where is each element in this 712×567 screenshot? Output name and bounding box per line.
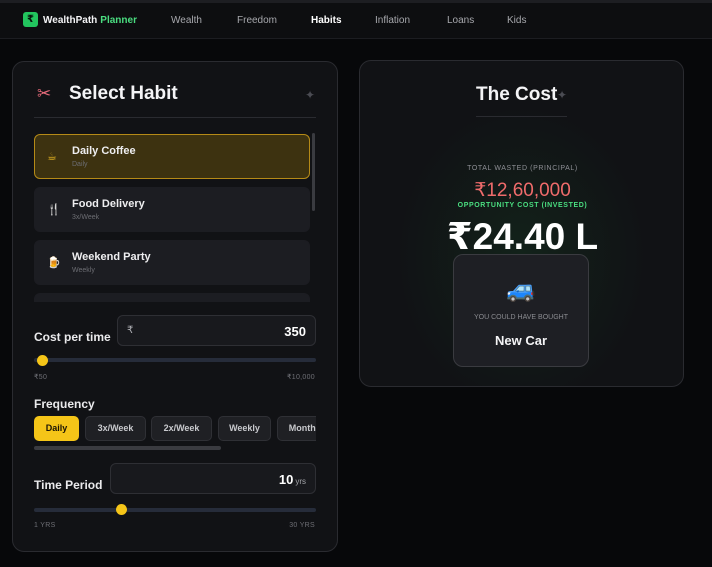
rupee-logo-icon[interactable]: ₹: [23, 12, 38, 27]
rupee-prefix: ₹: [127, 325, 134, 336]
time-period-slider-track[interactable]: [34, 508, 316, 512]
top-nav-bar: ₹ WealthPath Planner Wealth Freedom Habit…: [0, 0, 712, 39]
frequency-option-daily[interactable]: Daily: [34, 416, 79, 441]
cost-value: 350: [284, 324, 306, 339]
cost-max-label: ₹10,000: [287, 374, 315, 381]
habit-next-partial[interactable]: [34, 293, 310, 302]
habit-food-delivery[interactable]: 🍴 Food Delivery 3x/Week: [34, 187, 310, 232]
habit-list[interactable]: ☕ Daily Coffee Daily 🍴 Food Delivery 3x/…: [34, 132, 320, 302]
time-period-input[interactable]: 10 yrs: [110, 463, 316, 494]
nav-wealth[interactable]: Wealth: [171, 15, 202, 26]
divider: [476, 116, 567, 117]
frequency-option-monthly[interactable]: Monthly: [277, 416, 316, 441]
cost-min-label: ₹50: [34, 374, 48, 381]
habit-frequency: Weekly: [72, 267, 95, 274]
could-have-bought-label: YOU COULD HAVE BOUGHT: [474, 314, 568, 321]
cost-per-time-label: Cost per time: [34, 330, 111, 344]
nav-kids[interactable]: Kids: [507, 15, 526, 26]
time-period-min-label: 1 YRS: [34, 522, 56, 529]
habit-name: Food Delivery: [72, 198, 145, 210]
cost-title: The Cost: [476, 84, 558, 105]
time-period-unit: yrs: [295, 477, 306, 486]
brand-name[interactable]: WealthPath Planner: [43, 15, 137, 26]
opportunity-cost-label: OPPORTUNITY COST (INVESTED): [457, 202, 588, 209]
nav-habits[interactable]: Habits: [311, 15, 342, 26]
habit-daily-coffee[interactable]: ☕ Daily Coffee Daily: [34, 134, 310, 179]
nav-inflation[interactable]: Inflation: [375, 15, 410, 26]
cost-slider-track[interactable]: [34, 358, 316, 362]
select-habit-panel: ✂ Select Habit ✦ ☕ Daily Coffee Daily 🍴 …: [12, 61, 338, 552]
select-habit-title: Select Habit: [69, 83, 178, 104]
nav-freedom[interactable]: Freedom: [237, 15, 277, 26]
frequency-label: Frequency: [34, 397, 95, 411]
scissors-icon: ✂: [37, 84, 52, 103]
coffee-cup-icon: ☕: [47, 151, 57, 163]
habit-name: Daily Coffee: [72, 145, 136, 157]
brand-name-part2: Planner: [100, 15, 137, 26]
time-period-label: Time Period: [34, 478, 103, 492]
total-wasted-value: ₹12,60,000: [474, 180, 571, 201]
habit-name: Weekend Party: [72, 251, 151, 263]
habit-frequency: 3x/Week: [72, 214, 100, 221]
time-period-max-label: 30 YRS: [289, 522, 315, 529]
frequency-options: Daily 3x/Week 2x/Week Weekly Monthly: [34, 415, 316, 443]
drink-icon: 🍺: [47, 257, 61, 269]
could-have-bought-item: New Car: [494, 333, 548, 348]
brand-name-part1: WealthPath: [43, 15, 98, 26]
sparkle-icon: ✦: [305, 88, 316, 102]
time-period-slider-thumb[interactable]: [116, 504, 128, 515]
cost-slider-thumb[interactable]: [37, 355, 49, 366]
frequency-option-3x-week[interactable]: 3x/Week: [85, 416, 146, 441]
divider: [34, 117, 316, 118]
opportunity-cost-value: ₹24.40 L: [446, 216, 599, 257]
time-period-number: 10: [278, 472, 294, 487]
cost-panel: The Cost ✦ TOTAL WASTED (PRINCIPAL) ₹12,…: [359, 60, 684, 387]
could-have-bought-card: 🚙 YOU COULD HAVE BOUGHT New Car: [453, 254, 589, 367]
car-icon: 🚙: [506, 276, 536, 303]
frequency-option-weekly[interactable]: Weekly: [218, 416, 271, 441]
total-wasted-label: TOTAL WASTED (PRINCIPAL): [467, 165, 578, 172]
habit-weekend-party[interactable]: 🍺 Weekend Party Weekly: [34, 240, 310, 285]
sparkle-icon: ✦: [557, 88, 568, 102]
frequency-scrollbar[interactable]: [34, 446, 221, 450]
habit-list-scrollbar[interactable]: [312, 133, 315, 211]
fork-knife-icon: 🍴: [47, 204, 61, 216]
frequency-option-2x-week[interactable]: 2x/Week: [151, 416, 212, 441]
habit-frequency: Daily: [72, 161, 88, 168]
cost-input[interactable]: ₹ 350: [117, 315, 316, 346]
nav-loans[interactable]: Loans: [447, 15, 474, 26]
time-period-value: 10 yrs: [279, 472, 306, 487]
